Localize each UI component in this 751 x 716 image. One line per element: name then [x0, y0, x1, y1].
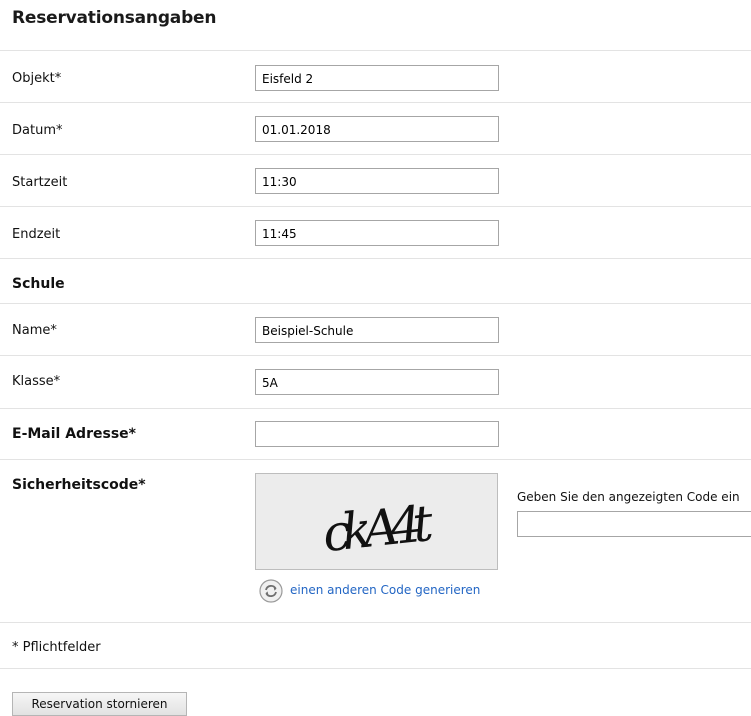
datum-field[interactable]: [255, 116, 499, 142]
divider: [0, 459, 751, 460]
cancel-reservation-button[interactable]: Reservation stornieren: [12, 692, 187, 716]
captcha-text: ckA4t: [320, 494, 437, 563]
divider: [0, 50, 751, 51]
required-fields-note: * Pflichtfelder: [12, 640, 101, 655]
divider: [0, 206, 751, 207]
divider: [0, 408, 751, 409]
school-name-label: Name*: [12, 323, 57, 338]
refresh-icon[interactable]: [259, 579, 283, 603]
divider: [0, 102, 751, 103]
school-name-field[interactable]: [255, 317, 499, 343]
generate-new-code-link[interactable]: einen anderen Code generieren: [290, 583, 480, 597]
divider: [0, 303, 751, 304]
captcha-image: ckA4t: [255, 473, 498, 570]
email-field[interactable]: [255, 421, 499, 447]
divider: [0, 154, 751, 155]
school-section-heading: Schule: [12, 276, 65, 292]
datum-label: Datum*: [12, 123, 63, 138]
klasse-label: Klasse*: [12, 374, 61, 389]
divider: [0, 622, 751, 623]
security-code-label: Sicherheitscode*: [12, 477, 146, 493]
endzeit-label: Endzeit: [12, 227, 61, 242]
objekt-field[interactable]: [255, 65, 499, 91]
security-code-field[interactable]: [517, 511, 751, 537]
page-title: Reservationsangaben: [12, 8, 217, 28]
code-hint: Geben Sie den angezeigten Code ein: [517, 490, 740, 504]
divider: [0, 258, 751, 259]
email-label: E-Mail Adresse*: [12, 426, 136, 442]
objekt-label: Objekt*: [12, 71, 62, 86]
startzeit-field[interactable]: [255, 168, 499, 194]
klasse-field[interactable]: [255, 369, 499, 395]
divider: [0, 668, 751, 669]
startzeit-label: Startzeit: [12, 175, 68, 190]
divider: [0, 355, 751, 356]
endzeit-field[interactable]: [255, 220, 499, 246]
